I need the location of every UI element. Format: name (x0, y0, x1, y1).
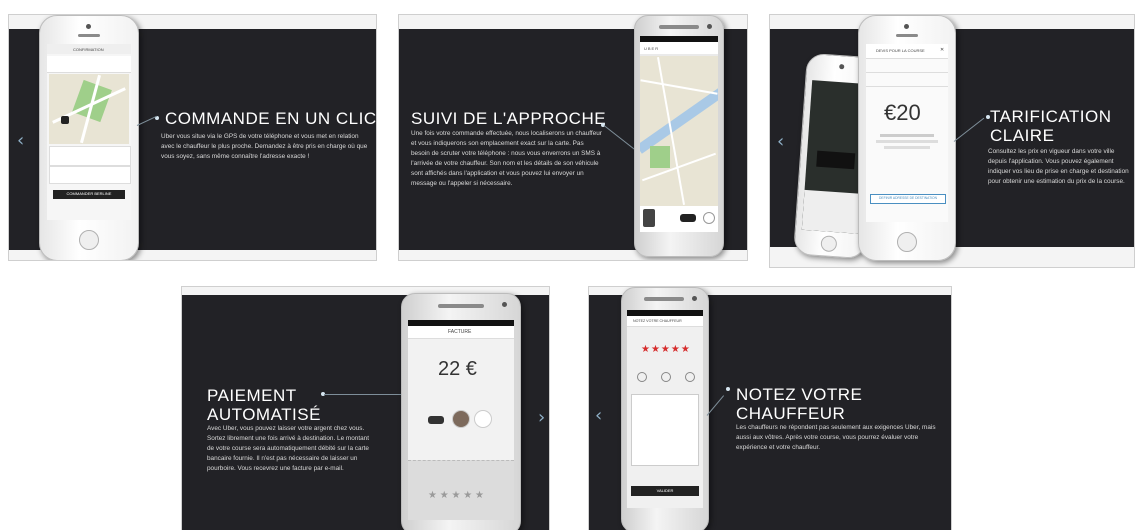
car-icon (680, 214, 696, 222)
screen-header: CONFIRMATION (73, 47, 104, 52)
fare-estimate: €20 (884, 100, 921, 125)
prev-arrow[interactable]: ‹ (595, 405, 602, 426)
slide-title: SUIVI DE L'APPROCHE (411, 109, 607, 128)
camera-icon (707, 24, 712, 29)
camera-icon (904, 24, 909, 29)
slide-title: NOTEZ VOTRE CHAUFFEUR (736, 385, 863, 423)
slide-description: Une fois votre commande effectuée, nous … (411, 130, 602, 187)
screen-header: DEVIS POUR LA COURSE (876, 48, 925, 53)
rating-stars[interactable]: ★★★★★ (641, 344, 691, 355)
invoice-total: 22 € (438, 358, 477, 380)
car-pin-icon (61, 116, 69, 124)
tip-icon (474, 410, 492, 428)
home-button (79, 230, 99, 250)
map (640, 56, 718, 206)
slide-description: Consultez les prix en vigueur dans votre… (988, 148, 1129, 185)
phone-screen: UBER (640, 36, 718, 232)
screen-header: UBER (644, 46, 660, 51)
map (49, 74, 129, 144)
iphone-mockup: DEVIS POUR LA COURSE ✕ €20 DEFINIR ADRES… (858, 15, 956, 261)
home-button (897, 232, 917, 252)
next-arrow[interactable]: › (538, 407, 545, 428)
driver-avatar (452, 410, 470, 428)
phone-screen: NOTEZ VOTRE CHAUFFEUR ★★★★★ VALIDER (627, 310, 703, 508)
android-mockup: FACTURE 22 € ★ ★ ★ ★ ★ (401, 293, 521, 530)
slide-tarification: ‹ DEVIS POUR LA COURSE ✕ €20 DEFINIR ADR… (769, 14, 1135, 268)
phone-screen: CONFIRMATION COMMANDER BERLINE (47, 44, 131, 220)
slide-description: Avec Uber, vous pouvez laisser votre arg… (207, 425, 369, 472)
close-icon[interactable]: ✕ (940, 47, 944, 53)
slide-title: COMMANDE EN UN CLIC (165, 109, 377, 128)
set-destination-button[interactable]: DEFINIR ADRESSE DE DESTINATION (870, 194, 946, 204)
comment-field[interactable] (631, 394, 699, 466)
screen-header: FACTURE (448, 329, 472, 335)
slide-description: Uber vous situe via le GPS de votre télé… (161, 133, 368, 160)
prev-arrow[interactable]: ‹ (777, 131, 784, 152)
slide-notez: ‹ NOTEZ VOTRE CHAUFFEUR ★★★★★ VALIDER NO… (588, 286, 952, 530)
slide-suivi: SUIVI DE L'APPROCHE Une fois votre comma… (398, 14, 748, 261)
phone-screen: FACTURE 22 € ★ ★ ★ ★ ★ (408, 320, 514, 520)
camera-icon (502, 302, 507, 307)
slide-title: TARIFICATION CLAIRE (990, 107, 1112, 145)
slide-description: Les chauffeurs ne répondent pas seulemen… (736, 424, 936, 451)
driver-avatar (643, 209, 655, 227)
android-mockup: NOTEZ VOTRE CHAUFFEUR ★★★★★ VALIDER (621, 287, 709, 530)
rating-stars[interactable]: ★ ★ ★ ★ ★ (428, 490, 484, 501)
slide-title: PAIEMENT AUTOMATISÉ (207, 386, 321, 424)
order-button[interactable]: COMMANDER BERLINE (53, 190, 125, 199)
submit-rating-button[interactable]: VALIDER (631, 486, 699, 496)
phone-screen: DEVIS POUR LA COURSE ✕ €20 DEFINIR ADRES… (866, 44, 948, 222)
prev-arrow[interactable]: ‹ (17, 130, 24, 151)
camera-icon (86, 24, 91, 29)
camera-icon (692, 296, 697, 301)
slide-commande: ‹ CONFIRMATION COMMANDER BERLINE COMMAND… (8, 14, 377, 261)
iphone-mockup: CONFIRMATION COMMANDER BERLINE (39, 15, 139, 260)
screen-header: NOTEZ VOTRE CHAUFFEUR (633, 319, 682, 323)
android-mockup: UBER (634, 15, 724, 257)
car-icon (428, 416, 444, 424)
slide-paiement: › PAIEMENT AUTOMATISÉ Avec Uber, vous po… (181, 286, 550, 530)
locate-icon[interactable] (703, 212, 715, 224)
